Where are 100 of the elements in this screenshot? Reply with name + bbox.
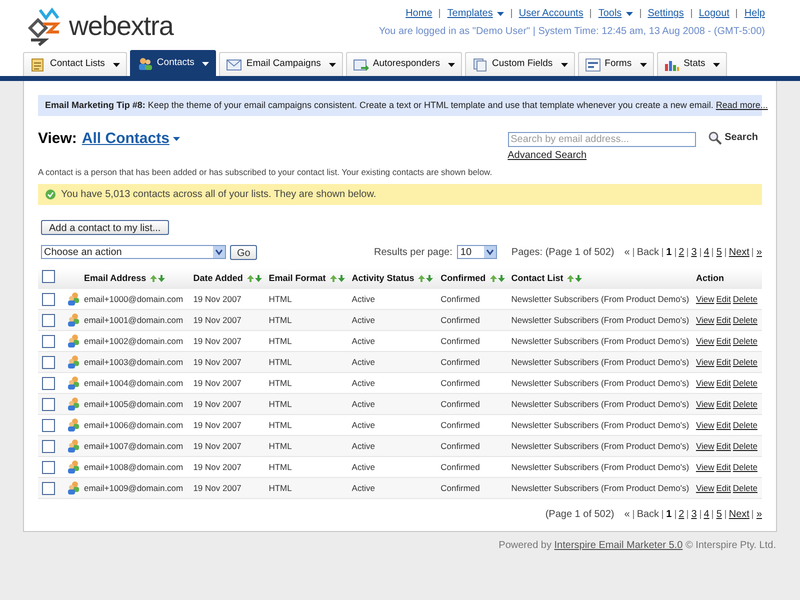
contact-icon (67, 439, 80, 454)
read-more-link[interactable]: Read more... (716, 100, 768, 110)
nav-link[interactable]: Templates (447, 6, 504, 21)
page-link[interactable]: 2 (678, 244, 684, 260)
page-link[interactable]: 5 (716, 507, 722, 522)
nav-tab[interactable]: Contacts (130, 50, 216, 76)
action-link[interactable]: View (696, 440, 714, 451)
status-cell: Active (352, 440, 375, 451)
nav-tab[interactable]: Forms (578, 52, 654, 76)
action-link[interactable]: Edit (716, 482, 731, 493)
search-button[interactable]: Search (708, 130, 758, 145)
checkbox[interactable] (42, 356, 55, 369)
status-cell: Active (352, 378, 375, 388)
results-per-page-select[interactable]: 10 (457, 245, 498, 260)
sort-arrows-icon[interactable] (150, 274, 166, 282)
page-link[interactable]: 4 (704, 507, 710, 522)
nav-link[interactable]: Settings (648, 6, 684, 21)
contact-icon (67, 334, 80, 348)
action-link[interactable]: View (696, 378, 714, 388)
sort-arrows-icon[interactable] (567, 274, 582, 282)
sort-arrows-icon[interactable] (246, 274, 262, 282)
nav-tab[interactable]: Stats (656, 52, 728, 76)
checkbox[interactable] (42, 482, 55, 495)
go-button[interactable]: Go (230, 244, 258, 260)
caret-icon (202, 62, 210, 66)
page-link[interactable]: Next (728, 507, 750, 522)
page-link[interactable]: » (756, 507, 762, 522)
email-cell: email+1007@domain.com (84, 440, 184, 451)
checkbox[interactable] (42, 460, 55, 474)
checkbox[interactable] (42, 292, 55, 306)
nav-link[interactable]: Tools (598, 6, 633, 21)
action-link[interactable]: View (696, 294, 714, 304)
page-link[interactable]: 4 (704, 244, 710, 260)
sort-arrows-icon[interactable] (490, 274, 505, 282)
action-link[interactable]: Delete (732, 294, 758, 304)
nav-tab[interactable]: Contact Lists (23, 52, 127, 76)
action-link[interactable]: Delete (732, 336, 758, 346)
action-link[interactable]: Delete (732, 420, 758, 430)
current-page: 1 (666, 508, 672, 522)
nav-tab[interactable]: Custom Fields (464, 52, 575, 76)
checkbox[interactable] (42, 398, 55, 411)
search-field[interactable]: Search by email address... (508, 132, 696, 147)
checkbox[interactable] (42, 418, 55, 432)
status-cell: Active (352, 482, 375, 493)
page-link[interactable]: Next (728, 244, 750, 260)
format-cell: HTML (268, 336, 292, 346)
action-link[interactable]: Edit (716, 398, 731, 409)
page-nav-text: Back (636, 246, 660, 260)
contact-list-cell: Newsletter Subscribers (From Product Demo's) (511, 356, 690, 367)
action-link[interactable]: Edit (716, 314, 731, 325)
form-icon (584, 58, 601, 72)
action-link[interactable]: View (696, 462, 714, 472)
page-link[interactable]: 5 (716, 244, 722, 260)
action-link[interactable]: View (696, 420, 714, 430)
checkbox[interactable] (42, 314, 55, 327)
confirmed-cell: Confirmed (440, 356, 480, 367)
add-contact-button[interactable]: Add a contact to my list... (41, 220, 169, 236)
action-link[interactable]: View (696, 336, 714, 346)
footer-link[interactable]: Interspire Email Marketer 5.0 (554, 540, 683, 551)
action-link[interactable]: Delete (732, 314, 758, 325)
action-link[interactable]: Delete (732, 482, 758, 493)
action-link[interactable]: Delete (732, 398, 758, 409)
action-select[interactable]: Choose an action (41, 245, 226, 260)
action-link[interactable]: Delete (732, 356, 758, 367)
nav-link[interactable]: Help (744, 6, 765, 21)
action-link[interactable]: View (696, 314, 714, 325)
action-link[interactable]: View (696, 356, 714, 367)
nav-link[interactable]: User Accounts (518, 6, 584, 21)
action-link[interactable]: View (696, 482, 714, 493)
page-nav-text: « (624, 508, 630, 522)
action-link[interactable]: Edit (716, 378, 731, 388)
nav-tab[interactable]: Email Campaigns (219, 52, 343, 76)
contact-icon (67, 313, 80, 328)
action-link[interactable]: Edit (716, 294, 731, 304)
action-link[interactable]: Delete (732, 462, 758, 472)
checkbox[interactable] (42, 334, 55, 348)
action-link[interactable]: Edit (716, 462, 731, 472)
action-link[interactable]: View (696, 398, 714, 409)
action-link[interactable]: Edit (716, 336, 731, 346)
page-link[interactable]: 2 (678, 507, 684, 522)
checkbox[interactable] (42, 440, 55, 453)
view-dropdown[interactable]: All Contacts (82, 128, 180, 150)
nav-link[interactable]: Logout (698, 6, 730, 21)
checkbox[interactable] (42, 376, 55, 390)
sort-arrows-icon[interactable] (330, 274, 345, 282)
action-link[interactable]: Delete (732, 440, 758, 451)
page-link[interactable]: » (756, 244, 762, 260)
page-link[interactable]: 3 (691, 244, 697, 260)
advanced-search-link[interactable]: Advanced Search (508, 148, 696, 163)
action-link[interactable]: Edit (716, 420, 731, 430)
nav-link[interactable]: Home (406, 6, 432, 21)
confirmed-cell: Confirmed (440, 314, 480, 325)
checkbox[interactable] (42, 270, 55, 283)
sort-arrows-icon[interactable] (418, 274, 434, 282)
nav-tab[interactable]: Autoresponders (346, 52, 462, 76)
action-link[interactable]: Delete (732, 378, 758, 388)
page-link[interactable]: 3 (691, 507, 697, 522)
date-cell: 19 Nov 2007 (193, 294, 242, 304)
action-link[interactable]: Edit (716, 440, 731, 451)
action-link[interactable]: Edit (716, 356, 731, 367)
